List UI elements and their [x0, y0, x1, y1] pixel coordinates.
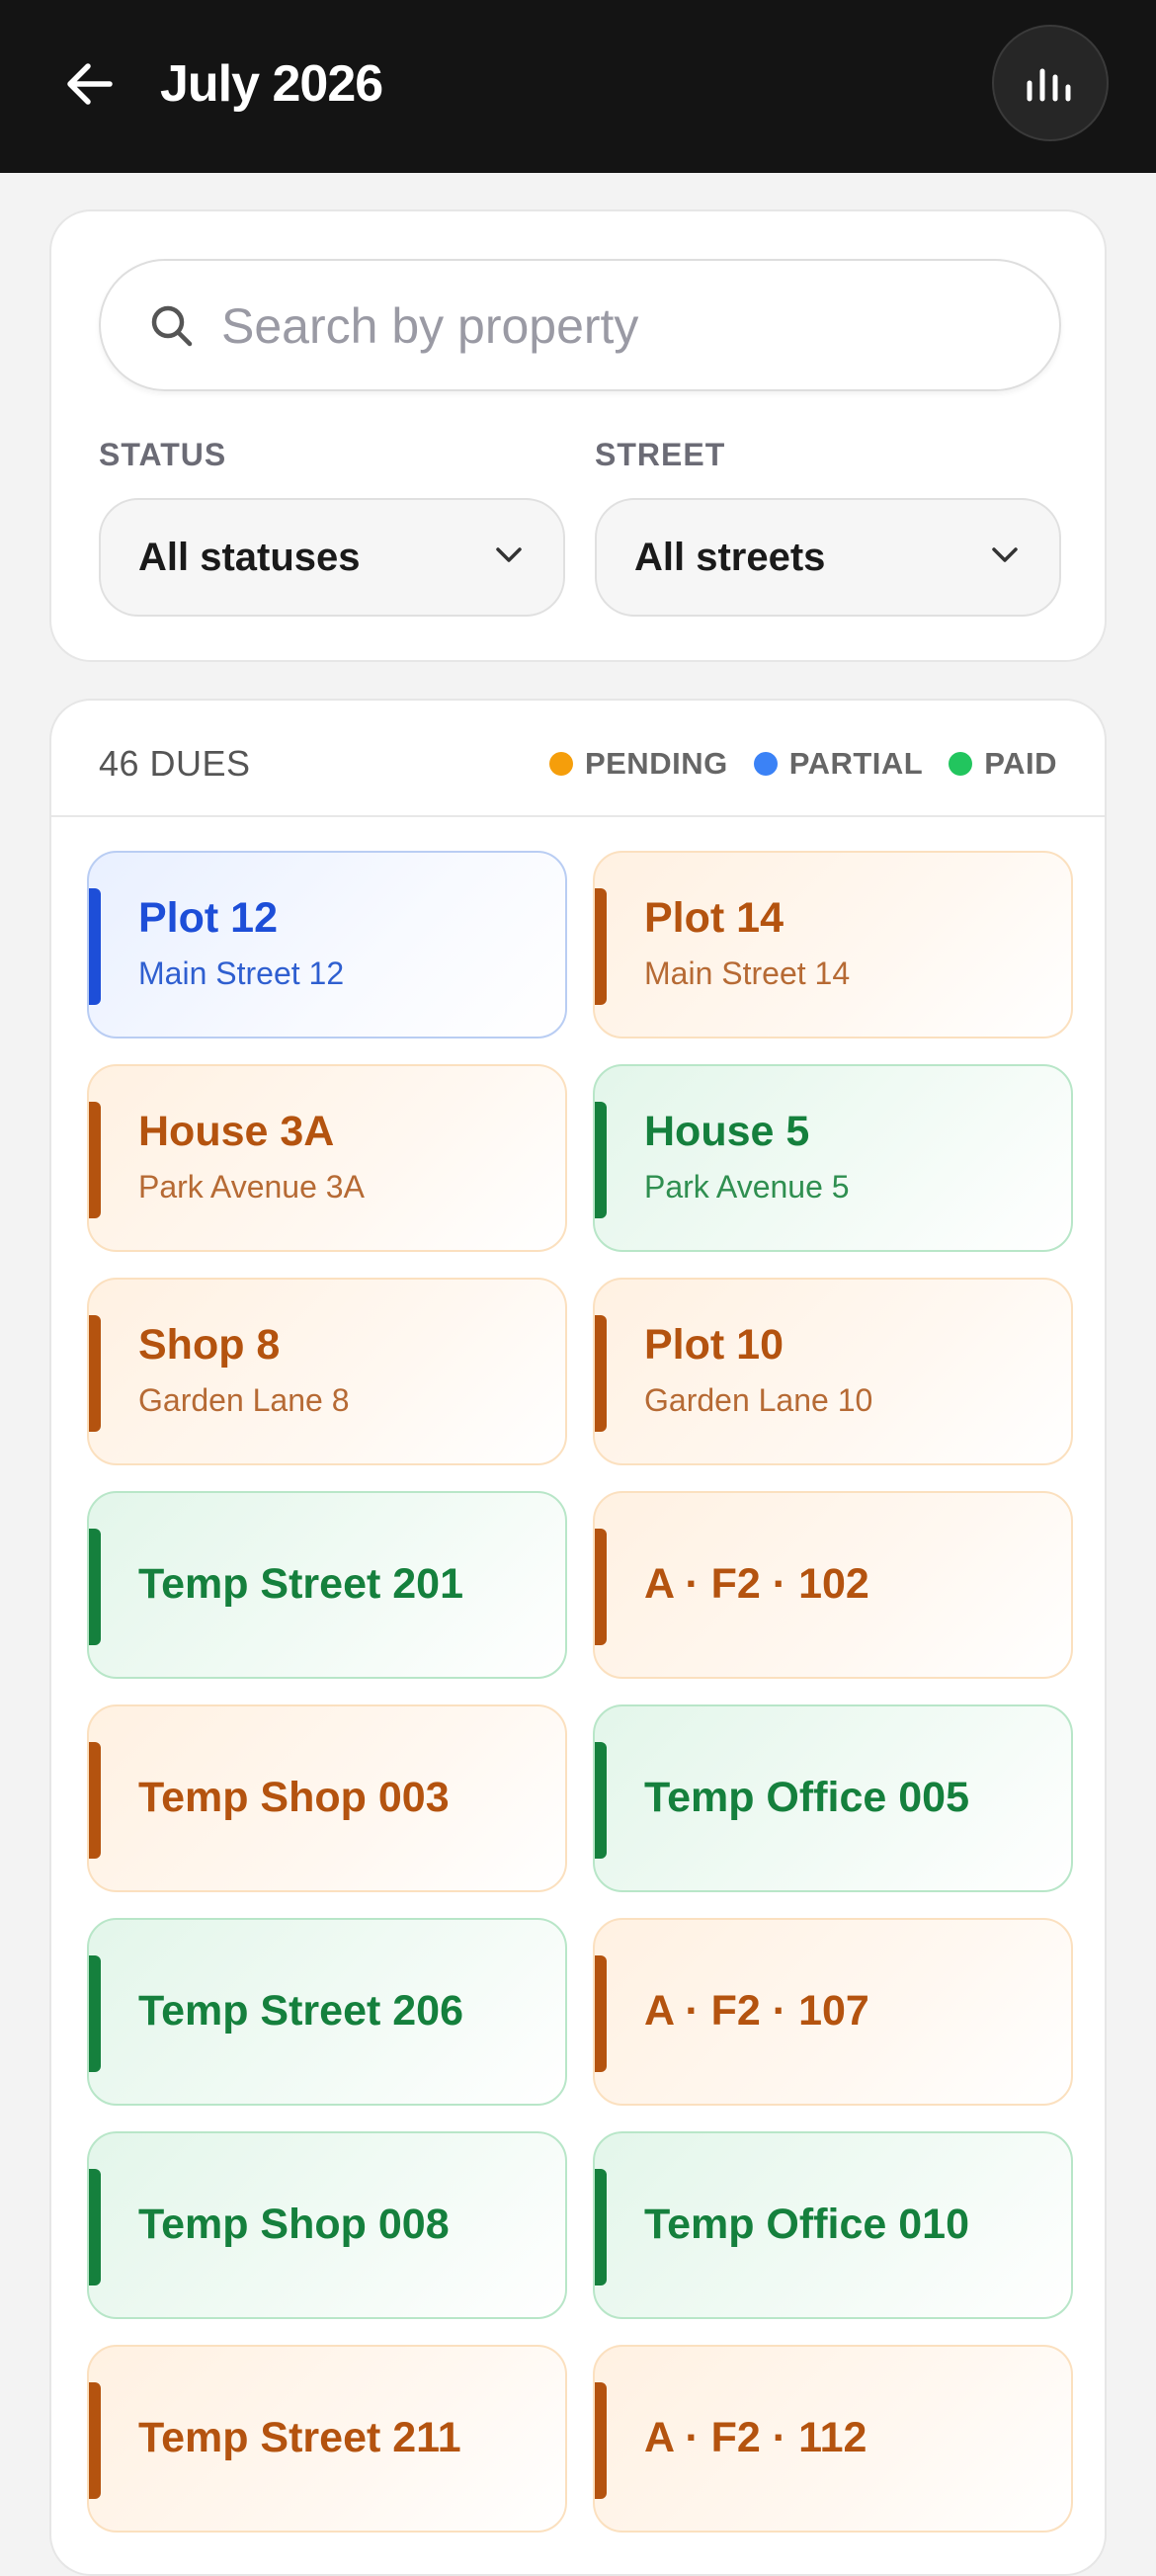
status-bar — [595, 2382, 607, 2499]
street-select-value: All streets — [634, 536, 826, 579]
due-name: A · F2 · 102 — [644, 1560, 869, 1608]
search-input[interactable] — [219, 281, 1033, 372]
due-tile[interactable]: Plot 14 Main Street 14 — [593, 851, 1073, 1039]
due-tile[interactable]: Plot 10 Garden Lane 10 — [593, 1278, 1073, 1465]
due-tile[interactable]: A · F2 · 112 — [593, 2345, 1073, 2533]
due-address: Garden Lane 8 — [138, 1382, 350, 1418]
search-icon — [151, 305, 193, 347]
status-bar — [595, 1955, 607, 2072]
due-name: Temp Shop 008 — [138, 2201, 450, 2248]
status-bar — [89, 1955, 101, 2072]
status-bar — [89, 2169, 101, 2285]
page-title: July 2026 — [160, 55, 383, 113]
due-name: House 5 — [644, 1108, 810, 1155]
due-name: Temp Street 206 — [138, 1987, 464, 2035]
due-name: Shop 8 — [138, 1321, 281, 1369]
due-tile[interactable]: Temp Shop 008 — [87, 2131, 567, 2319]
due-address: Main Street 14 — [644, 956, 851, 991]
status-bar — [89, 1315, 101, 1432]
due-name: A · F2 · 112 — [644, 2414, 867, 2461]
due-tile[interactable]: Temp Shop 003 — [87, 1704, 567, 1892]
pending-dot — [548, 752, 573, 776]
status-bar — [89, 1102, 101, 1218]
due-tile[interactable]: A · F2 · 102 — [593, 1491, 1073, 1679]
due-tile[interactable]: A · F2 · 107 — [593, 1918, 1073, 2106]
due-tile[interactable]: Temp Street 206 — [87, 1918, 567, 2106]
due-name: Temp Office 005 — [644, 1774, 969, 1821]
due-name: A · F2 · 107 — [644, 1987, 869, 2035]
due-name: Temp Street 211 — [138, 2414, 461, 2461]
legend-label: PARTIAL — [788, 746, 924, 781]
status-bar — [89, 2382, 101, 2499]
due-address: Park Avenue 5 — [644, 1169, 850, 1205]
status-bar — [89, 1742, 101, 1859]
due-tile[interactable]: Plot 12 Main Street 12 — [87, 851, 567, 1039]
due-tile[interactable]: Temp Office 005 — [593, 1704, 1073, 1892]
legend-item-pending: PENDING — [548, 746, 728, 782]
due-tile[interactable]: Temp Street 211 — [87, 2345, 567, 2533]
due-tile[interactable]: Temp Street 201 — [87, 1491, 567, 1679]
dues-count: 46 DUES — [99, 743, 251, 784]
status-bar — [595, 1315, 607, 1432]
status-bar — [89, 1529, 101, 1645]
dues-list-card: 46 DUES PENDING PARTIAL PAID Plot 12 Mai… — [49, 699, 1107, 2576]
back-button[interactable] — [49, 49, 128, 119]
search-box[interactable] — [99, 259, 1061, 391]
chevron-down-icon — [992, 547, 1018, 562]
paid-dot — [949, 752, 973, 776]
due-name: House 3A — [138, 1108, 335, 1155]
legend-item-partial: PARTIAL — [753, 746, 924, 782]
status-legend: PENDING PARTIAL PAID — [548, 701, 1057, 827]
due-tile[interactable]: House 5 Park Avenue 5 — [593, 1064, 1073, 1252]
due-name: Temp Shop 003 — [138, 1774, 450, 1821]
dues-grid: Plot 12 Main Street 12 Plot 14 Main Stre… — [87, 851, 1075, 2533]
status-select[interactable]: All statuses — [99, 498, 565, 617]
status-filter-label: STATUS — [99, 437, 227, 472]
due-name: Temp Street 201 — [138, 1560, 464, 1608]
due-tile[interactable]: Shop 8 Garden Lane 8 — [87, 1278, 567, 1465]
status-bar — [595, 1102, 607, 1218]
due-tile[interactable]: Temp Office 010 — [593, 2131, 1073, 2319]
street-select[interactable]: All streets — [595, 498, 1061, 617]
filter-card: STATUS All statuses STREET All streets — [49, 209, 1107, 662]
status-bar — [595, 1742, 607, 1859]
status-bar — [595, 2169, 607, 2285]
top-app-bar: July 2026 — [0, 0, 1156, 173]
legend-label: PAID — [984, 746, 1057, 781]
status-bar — [595, 888, 607, 1005]
due-address: Main Street 12 — [138, 956, 345, 991]
due-name: Plot 10 — [644, 1321, 784, 1369]
due-address: Garden Lane 10 — [644, 1382, 873, 1418]
list-header: 46 DUES PENDING PARTIAL PAID — [51, 701, 1105, 817]
due-name: Temp Office 010 — [644, 2201, 969, 2248]
bar-chart-icon — [1027, 68, 1071, 102]
partial-dot — [753, 752, 778, 776]
status-bar — [595, 1529, 607, 1645]
chevron-down-icon — [496, 547, 522, 562]
due-address: Park Avenue 3A — [138, 1169, 365, 1205]
due-name: Plot 14 — [644, 894, 784, 942]
status-bar — [89, 888, 101, 1005]
due-tile[interactable]: House 3A Park Avenue 3A — [87, 1064, 567, 1252]
legend-item-paid: PAID — [949, 746, 1057, 782]
stats-button[interactable] — [992, 25, 1109, 141]
due-name: Plot 12 — [138, 894, 278, 942]
arrow-left-icon — [67, 63, 113, 105]
status-select-value: All statuses — [138, 536, 361, 579]
street-filter-label: STREET — [595, 437, 726, 472]
legend-label: PENDING — [584, 746, 728, 781]
